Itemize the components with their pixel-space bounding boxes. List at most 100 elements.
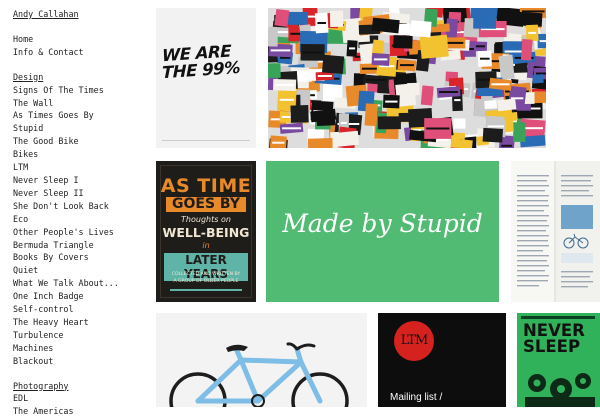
collage-sign-text — [282, 127, 301, 130]
nav-design-item[interactable]: Machines — [13, 342, 148, 355]
cover-title-3: WELL-BEING — [162, 225, 250, 240]
cover-rule — [170, 289, 242, 291]
collage-sign-text — [317, 22, 326, 24]
collage-sign — [420, 85, 434, 106]
collage-sign — [397, 23, 412, 36]
collage-sign — [316, 116, 336, 126]
cover-title-1: AS TIME — [160, 175, 252, 197]
collage-sign-text — [275, 84, 294, 86]
sidebar-nav: Andy Callahan Home Info & Contact Design… — [13, 8, 148, 418]
stupid-logo-text: Made by Stupid — [282, 209, 483, 238]
nav-home[interactable]: Home — [13, 33, 148, 46]
collage-sign-text — [528, 31, 537, 34]
collage-sign-text — [445, 41, 464, 44]
project-thumb-ltm[interactable]: LTM Mailing list / — [378, 313, 506, 407]
never-sleep-illustration — [525, 373, 595, 407]
collage-sign — [335, 130, 360, 147]
project-thumb-never-sleep[interactable]: NEVER SLEEP — [517, 313, 600, 407]
collage-sign-text — [290, 32, 301, 35]
collage-sign — [322, 54, 345, 75]
collage-sign — [419, 34, 449, 59]
collage-sign — [504, 111, 518, 122]
collage-sign — [274, 8, 290, 27]
nav-design-item[interactable]: The Heavy Heart — [13, 316, 148, 329]
nav-photo-item[interactable]: The Americas — [13, 405, 148, 418]
nav-design-item[interactable]: Bermuda Triangle — [13, 239, 148, 252]
collage-sign-text — [340, 122, 347, 124]
nav-design-item[interactable]: Quiet — [13, 264, 148, 277]
nav-design-item[interactable]: Stupid — [13, 122, 148, 135]
nav-design-item[interactable]: The Wall — [13, 97, 148, 110]
cover-title-2: GOES BY — [166, 197, 246, 212]
project-thumb-as-time-goes-by[interactable]: AS TIME GOES BY Thoughts on WELL-BEING i… — [156, 161, 256, 302]
collage-sign-text — [455, 122, 464, 125]
collage-sign-text — [272, 141, 285, 144]
nav-info-contact[interactable]: Info & Contact — [13, 46, 148, 59]
collage-sign — [268, 63, 281, 79]
collage-sign-text — [487, 125, 504, 128]
nav-design-item[interactable]: Never Sleep I — [13, 174, 148, 187]
collage-sign-text — [535, 72, 546, 75]
cover-subtitle: Thoughts on — [181, 215, 231, 224]
collage-sign-text — [501, 144, 513, 147]
nav-design-item[interactable]: The Good Bike — [13, 135, 148, 148]
collage-sign — [307, 138, 333, 148]
collage-sign-text — [426, 127, 450, 130]
nav-design-item[interactable]: Self-control — [13, 303, 148, 316]
nav-design-item[interactable]: LTM — [13, 161, 148, 174]
site-name-link[interactable]: Andy Callahan — [13, 8, 148, 21]
project-thumb-the-wall[interactable] — [268, 8, 546, 148]
nav-design-item[interactable]: Other People's Lives — [13, 226, 148, 239]
collage-sign — [473, 8, 497, 29]
project-thumb-we-are-99[interactable]: WE ARE THE 99% — [156, 8, 256, 148]
collage-sign — [498, 54, 515, 80]
design-heading: Design — [13, 71, 44, 82]
cover-credit-1: COLLECTED AND WRITTEN BY — [171, 272, 241, 277]
nav-design-item[interactable]: Books By Covers — [13, 251, 148, 264]
collage-sign-text — [439, 91, 459, 93]
nav-design-item[interactable]: Turbulence — [13, 329, 148, 342]
collage-sign — [290, 105, 309, 123]
ltm-logo-text: LTM — [400, 333, 429, 348]
nav-design-item[interactable]: Eco — [13, 213, 148, 226]
we99-poster-text: WE ARE THE 99% — [162, 41, 241, 83]
collage-sign-text — [270, 49, 291, 52]
collage-sign — [398, 112, 426, 122]
nav-design-item[interactable]: Blackout — [13, 355, 148, 368]
cover-credit-2: A GROUP OF OLDER PEOPLE — [173, 279, 239, 284]
collage-sign-text — [521, 10, 545, 13]
photography-heading: Photography — [13, 380, 69, 391]
collage-sign-text — [539, 40, 546, 43]
nav-design-item[interactable]: One Inch Badge — [13, 290, 148, 303]
collage-sign-text — [365, 78, 387, 81]
nav-design-item[interactable]: Bikes — [13, 148, 148, 161]
project-thumb-the-good-bike[interactable] — [156, 313, 367, 407]
nav-design-item[interactable]: She Don't Look Back — [13, 200, 148, 213]
collage-sign — [410, 20, 432, 38]
poster-footer-line — [162, 140, 250, 143]
collage-sign — [377, 116, 401, 130]
project-thumb-made-by-stupid[interactable]: Made by Stupid — [266, 161, 499, 302]
collage-sign-text — [373, 58, 388, 61]
collage-sign — [269, 135, 287, 148]
nav-design-item[interactable]: What We Talk About... — [13, 277, 148, 290]
sign-collage-image — [268, 8, 546, 148]
collage-sign — [364, 103, 378, 127]
nav-design-item[interactable]: As Times Goes By — [13, 109, 148, 122]
nav-design-item[interactable]: Never Sleep II — [13, 187, 148, 200]
nav-design-item[interactable]: Signs Of The Times — [13, 84, 148, 97]
collage-sign-text — [374, 24, 398, 27]
bike-image — [156, 313, 367, 407]
collage-sign-text — [279, 98, 294, 101]
collage-sign-text — [349, 47, 356, 50]
collage-sign-text — [385, 100, 398, 103]
nav-photo-item[interactable]: EDL — [13, 392, 148, 405]
collage-sign — [517, 11, 543, 27]
project-thumb-book-spread[interactable] — [511, 161, 600, 302]
collage-sign — [329, 10, 344, 28]
collage-sign — [513, 122, 526, 142]
ltm-logo: LTM — [394, 321, 434, 361]
collage-sign — [393, 35, 413, 49]
